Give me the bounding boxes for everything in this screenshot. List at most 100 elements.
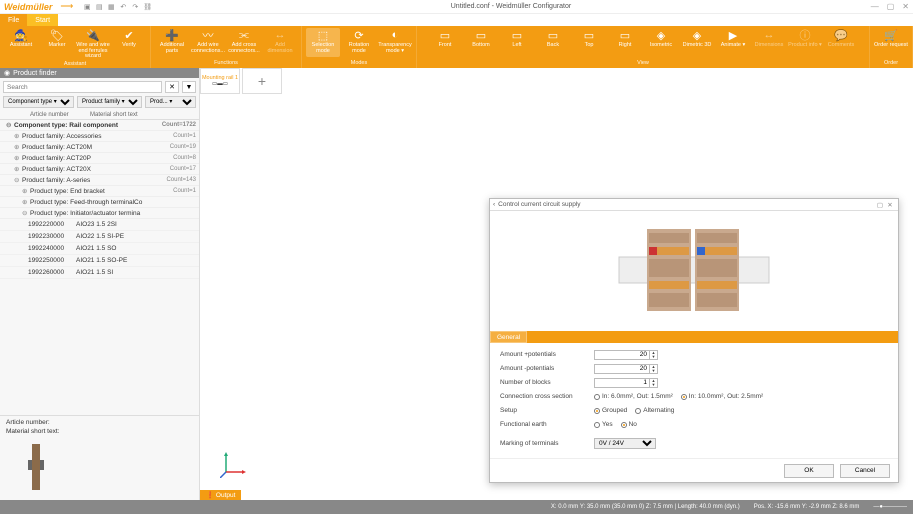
rib-view-dimensions[interactable]: ↔Dimensions [752, 28, 786, 57]
minimize-icon[interactable]: — [871, 2, 879, 11]
rib-add-cross[interactable]: ⫘Add cross connectors... [227, 28, 261, 57]
rib-add-wire[interactable]: 〰Add wire connections... [191, 28, 225, 57]
dialog-tab-general[interactable]: General [490, 331, 527, 343]
tree-node[interactable]: ⊖Component type: Rail componentCount=172… [0, 120, 199, 131]
rib-view-back[interactable]: ▭Back [536, 28, 570, 57]
qat-open-icon[interactable]: ▤ [95, 3, 103, 11]
radio-conn-10[interactable]: In: 10.0mm², Out: 2.5mm² [681, 393, 763, 400]
qat-save-icon[interactable]: ▦ [107, 3, 115, 11]
rib-assistant[interactable]: 🧙Assistant [4, 28, 38, 60]
rib-view-top[interactable]: ▭Top [572, 28, 606, 57]
radio-fe-no[interactable]: No [621, 421, 637, 428]
filter-component-type[interactable]: Component type ▾ [3, 96, 74, 108]
rib-view-front[interactable]: ▭Front [428, 28, 462, 57]
maximize-icon[interactable]: ▢ [887, 2, 895, 11]
filter-product-family[interactable]: Product family ▾ [77, 96, 142, 108]
dialog-control-supply: ‹ Control current circuit supply ▢ ✕ [489, 198, 899, 483]
dialog-title: Control current circuit supply [498, 201, 580, 208]
radio-fe-yes[interactable]: Yes [594, 421, 613, 428]
select-marking[interactable]: 0V / 24V [594, 438, 656, 449]
radio-setup-alt[interactable]: Alternating [635, 407, 674, 414]
rib-marker[interactable]: 🏷Marker [40, 28, 74, 60]
product-tree[interactable]: ⊖Component type: Rail componentCount=172… [0, 120, 199, 415]
expand-icon[interactable]: ⊖ [14, 176, 22, 184]
product-item[interactable]: 1992260000AIO21 1.5 SI [0, 267, 199, 279]
canvas-area[interactable]: Mounting rail 1 ▭▬▭ + ❗ Output ‹ Control… [200, 68, 913, 500]
expand-icon[interactable]: ⊖ [22, 209, 30, 217]
tree-node[interactable]: ⊕Product family: ACT20PCount=8 [0, 153, 199, 164]
tree-node[interactable]: ⊕Product family: ACT20MCount=19 [0, 142, 199, 153]
tab-start[interactable]: Start [27, 14, 58, 26]
product-item[interactable]: 1992230000AIO22 1.5 SI-PE [0, 231, 199, 243]
cancel-button[interactable]: Cancel [840, 464, 890, 478]
ribbon-group-label-functions: Functions [214, 60, 238, 66]
ok-button[interactable]: OK [784, 464, 834, 478]
filter-product[interactable]: Prod... ▾ [145, 96, 196, 108]
rib-view-left[interactable]: ▭Left [500, 28, 534, 57]
col-material: Material short text [87, 111, 141, 119]
qat-redo-icon[interactable]: ↷ [131, 3, 139, 11]
rib-view-comments[interactable]: 💬Comments [824, 28, 858, 57]
rib-wire-wizard[interactable]: 🔌Wire and wire end ferrules wizard [76, 28, 110, 60]
radio-conn-6[interactable]: In: 6.0mm², Out: 1.5mm² [594, 393, 673, 400]
tree-node[interactable]: ⊕Product type: Feed-through terminalCo [0, 197, 199, 208]
pin-icon[interactable]: ◉ [4, 69, 10, 77]
input-amount-pos[interactable] [594, 350, 650, 360]
product-item[interactable]: 1992250000AIO21 1.5 SO-PE [0, 255, 199, 267]
expand-icon[interactable]: ⊖ [6, 121, 14, 129]
expand-icon[interactable]: ⊕ [14, 154, 22, 162]
rib-selection-mode[interactable]: ⬚Selection mode [306, 28, 340, 57]
spinner[interactable]: ▲▼ [650, 350, 658, 360]
rib-additional-parts[interactable]: ➕Additional parts [155, 28, 189, 57]
rib-transparency-mode[interactable]: ◐Transparency mode ▾ [378, 28, 412, 57]
rib-order-request[interactable]: 🛒Order request [874, 28, 908, 57]
dialog-close-icon[interactable]: ✕ [885, 201, 895, 209]
tree-node[interactable]: ⊕Product family: AccessoriesCount=1 [0, 131, 199, 142]
logo: Weidmüller [4, 2, 52, 12]
rib-view-isometric[interactable]: ◈Isometric [644, 28, 678, 57]
expand-icon[interactable]: ⊕ [14, 132, 22, 140]
expand-icon[interactable]: ⊕ [22, 187, 30, 195]
rib-verify[interactable]: ✔Verify [112, 28, 146, 60]
tree-node[interactable]: ⊖Product family: A-seriesCount=143 [0, 175, 199, 186]
product-preview [6, 437, 193, 497]
tab-file[interactable]: File [0, 14, 27, 26]
search-filter-button[interactable]: ▼ [182, 81, 196, 93]
content: ◉ Product finder ✕ ▼ Component type ▾ Pr… [0, 68, 913, 500]
title-bar: Weidmüller ⟶ ▣ ▤ ▦ ↶ ↷ ⛓ Untitled.conf -… [0, 0, 913, 14]
dialog-back-icon[interactable]: ‹ [493, 201, 495, 208]
product-item[interactable]: 1992240000AIO21 1.5 SO [0, 243, 199, 255]
spinner[interactable]: ▲▼ [650, 364, 658, 374]
dialog-restore-icon[interactable]: ▢ [875, 201, 885, 209]
detail-shorttext: Material short text: [6, 428, 193, 435]
rib-add-dimension[interactable]: ↔Add dimension [263, 28, 297, 57]
dialog-overlay: ‹ Control current circuit supply ▢ ✕ [200, 68, 913, 500]
tree-node[interactable]: ⊖Product type: Initiator/actuator termin… [0, 208, 199, 219]
qat-new-icon[interactable]: ▣ [83, 3, 91, 11]
col-article: Article number [27, 111, 87, 119]
dialog-footer: OK Cancel [490, 458, 898, 482]
rib-view-animate[interactable]: ▶Animate ▾ [716, 28, 750, 57]
input-num-blocks[interactable] [594, 378, 650, 388]
expand-icon[interactable]: ⊕ [14, 143, 22, 151]
expand-icon[interactable]: ⊕ [14, 165, 22, 173]
close-icon[interactable]: ✕ [902, 2, 909, 11]
qat-link-icon[interactable]: ⛓ [143, 3, 151, 11]
search-input[interactable] [3, 81, 162, 93]
rib-view-dimetric[interactable]: ◈Dimetric 3D [680, 28, 714, 57]
search-clear-button[interactable]: ✕ [165, 81, 179, 93]
input-amount-neg[interactable] [594, 364, 650, 374]
tree-node[interactable]: ⊕Product type: End bracketCount=1 [0, 186, 199, 197]
expand-icon[interactable]: ⊕ [22, 198, 30, 206]
product-item[interactable]: 1992220000AIO23 1.5 2SI [0, 219, 199, 231]
rib-view-bottom[interactable]: ▭Bottom [464, 28, 498, 57]
rib-view-product-info[interactable]: ⓘProduct info ▾ [788, 28, 822, 57]
rib-rotation-mode[interactable]: ⟳Rotation mode [342, 28, 376, 57]
rib-view-right[interactable]: ▭Right [608, 28, 642, 57]
radio-setup-grouped[interactable]: Grouped [594, 407, 627, 414]
spinner[interactable]: ▲▼ [650, 378, 658, 388]
qat-undo-icon[interactable]: ↶ [119, 3, 127, 11]
status-zoom-slider[interactable]: —●———— [873, 504, 907, 510]
tree-node[interactable]: ⊕Product family: ACT20XCount=17 [0, 164, 199, 175]
product-detail: Article number: Material short text: [0, 415, 199, 500]
